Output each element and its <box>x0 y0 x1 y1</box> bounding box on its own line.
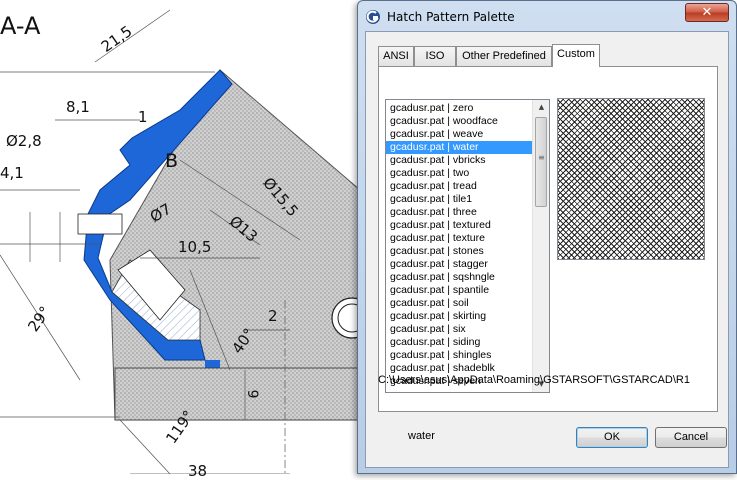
list-item[interactable]: gcadusr.pat | skirting <box>386 310 532 323</box>
selected-pattern-name: water <box>408 430 435 442</box>
list-item[interactable]: gcadusr.pat | two <box>386 167 532 180</box>
dim-4-1: 4,1 <box>0 164 24 182</box>
list-item[interactable]: gcadusr.pat | spantile <box>386 284 532 297</box>
scroll-up-arrow-icon[interactable]: ▲ <box>533 100 549 115</box>
list-item[interactable]: gcadusr.pat | stones <box>386 245 532 258</box>
pattern-list-items: gcadusr.pat | zero gcadusr.pat | woodface… <box>386 102 532 388</box>
list-item[interactable]: gcadusr.pat | zero <box>386 102 532 115</box>
dialog-title: Hatch Pattern Palette <box>387 10 515 24</box>
list-item[interactable]: gcadusr.pat | textured <box>386 219 532 232</box>
pattern-preview <box>557 98 705 260</box>
dim-10-5: 10,5 <box>178 238 212 256</box>
list-item[interactable]: gcadusr.pat | sqshngle <box>386 271 532 284</box>
detail-label: B <box>165 150 179 172</box>
list-item[interactable]: gcadusr.pat | six <box>386 323 532 336</box>
flange <box>114 367 361 421</box>
app-icon <box>366 10 380 24</box>
dialog-titlebar[interactable]: Hatch Pattern Palette ✕ <box>358 1 736 31</box>
list-item[interactable]: gcadusr.pat | weave <box>386 128 532 141</box>
tab-iso[interactable]: ISO <box>414 46 456 66</box>
list-item[interactable]: gcadusr.pat | three <box>386 206 532 219</box>
dim-8-1: 8,1 <box>66 98 90 116</box>
tab-other-predefined[interactable]: Other Predefined <box>456 46 552 66</box>
list-item[interactable]: gcadusr.pat | woodface <box>386 115 532 128</box>
dim-1: 1 <box>138 108 148 126</box>
ok-button[interactable]: OK <box>576 427 648 448</box>
dim-38: 38 <box>188 462 208 480</box>
hatch-pattern-dialog: Hatch Pattern Palette ✕ ANSI ISO Other P… <box>357 0 737 474</box>
tab-ansi[interactable]: ANSI <box>378 46 414 66</box>
custom-tab-panel: gcadusr.pat | zero gcadusr.pat | woodface… <box>378 66 718 412</box>
pattern-file-path: C:\Users\asus\AppData\Roaming\GSTARSOFT\… <box>378 374 690 386</box>
dim-dia-2-8: Ø2,8 <box>6 132 42 150</box>
dim-6: 6 <box>246 389 263 399</box>
cancel-button[interactable]: Cancel <box>655 427 727 448</box>
tab-custom[interactable]: Custom <box>552 44 600 67</box>
list-item[interactable]: gcadusr.pat | tile1 <box>386 193 532 206</box>
list-item[interactable]: gcadusr.pat | water <box>386 141 532 154</box>
list-scrollbar[interactable]: ▲ ≡ ▼ <box>532 100 549 392</box>
list-item[interactable]: gcadusr.pat | shingles <box>386 349 532 362</box>
close-button[interactable]: ✕ <box>685 3 729 22</box>
list-item[interactable]: gcadusr.pat | stagger <box>386 258 532 271</box>
pin-bore <box>77 213 123 235</box>
list-item[interactable]: gcadusr.pat | vbricks <box>386 154 532 167</box>
section-label: A-A <box>0 12 41 40</box>
list-item[interactable]: gcadusr.pat | siding <box>386 336 532 349</box>
dialog-client: ANSI ISO Other Predefined Custom gcadusr… <box>365 31 729 468</box>
list-item[interactable]: gcadusr.pat | texture <box>386 232 532 245</box>
list-item[interactable]: gcadusr.pat | tread <box>386 180 532 193</box>
dim-2: 2 <box>268 307 278 325</box>
scroll-thumb[interactable]: ≡ <box>535 117 547 207</box>
grip-icon: ≡ <box>538 153 545 162</box>
pattern-list[interactable]: gcadusr.pat | zero gcadusr.pat | woodface… <box>385 99 550 393</box>
list-item[interactable]: gcadusr.pat | soil <box>386 297 532 310</box>
